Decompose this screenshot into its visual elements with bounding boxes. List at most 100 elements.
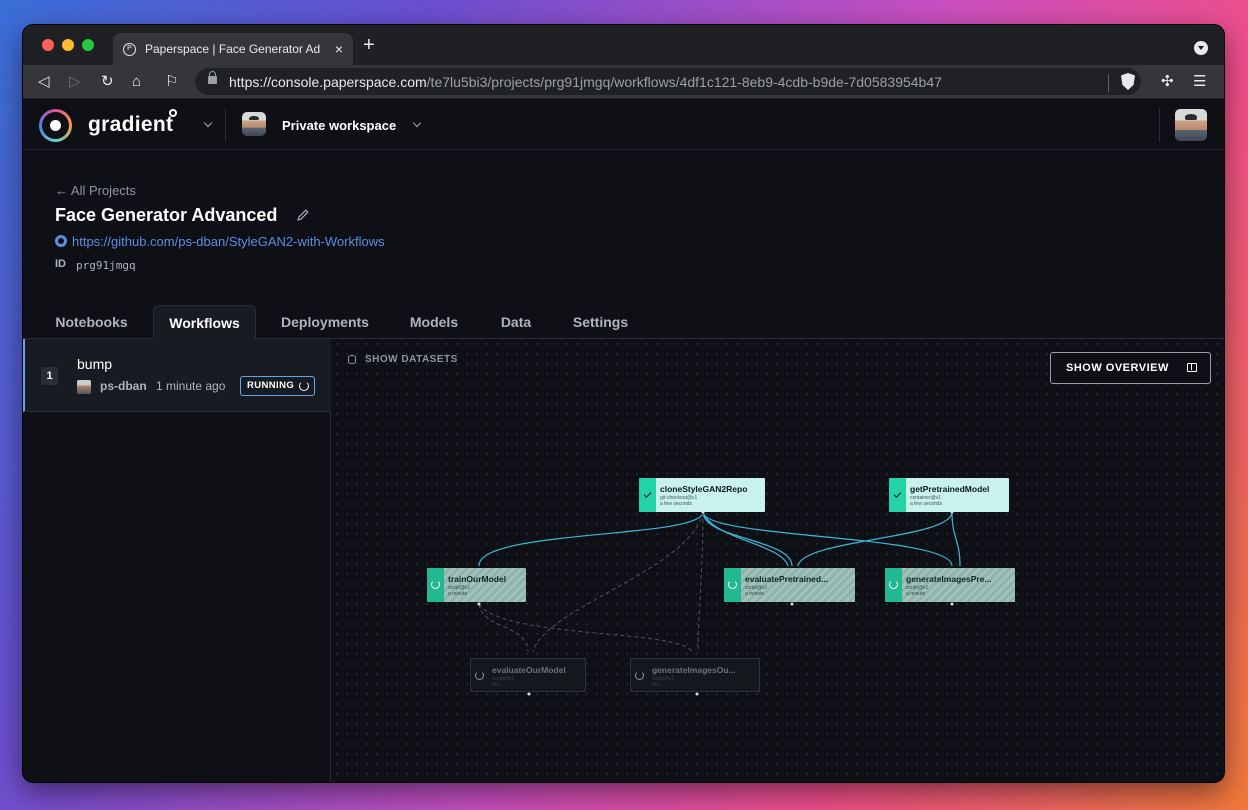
pending-icon [475, 671, 484, 680]
node-details: container@v1 a few seconds [910, 495, 942, 507]
toolbar-separator [1108, 74, 1109, 92]
tab-search-icon[interactable] [1194, 41, 1208, 55]
node-details: script@v1 a minute [448, 585, 470, 597]
node-details: script@v1 a minute [906, 585, 928, 597]
workflow-node[interactable]: trainOurModel script@v1 a minute [427, 568, 526, 602]
node-details: script@v1 n/a [492, 676, 514, 688]
run-name: bump [77, 356, 113, 372]
edge [797, 511, 953, 567]
node-duration: a minute [745, 591, 765, 597]
bookmark-icon[interactable]: ⚐ [165, 73, 178, 91]
completed-edges [478, 511, 961, 567]
tab-deployments[interactable]: Deployments [270, 305, 380, 339]
port [477, 602, 481, 606]
repo-link[interactable]: https://github.com/ps-dban/StyleGAN2-wit… [72, 234, 385, 249]
browser-tab[interactable]: P Paperspace | Face Generator Advanced × [113, 33, 353, 65]
workspace-avatar [242, 112, 266, 136]
node-duration: n/a [652, 682, 659, 688]
spinner-icon [728, 580, 737, 589]
port [950, 602, 954, 606]
tab-models[interactable]: Models [399, 305, 469, 339]
edge [697, 511, 704, 653]
node-details: script@v1 n/a [652, 676, 674, 688]
pending-icon [635, 671, 644, 680]
port [790, 602, 794, 606]
workflow-node[interactable]: evaluatePretrained... script@v1 a minute [724, 568, 855, 602]
edge [951, 511, 961, 567]
node-name: evaluateOurModel [492, 665, 566, 675]
workflow-node[interactable]: getPretrainedModel container@v1 a few sec… [889, 478, 1009, 512]
url-host: https://console.paperspace.com [229, 73, 427, 90]
menu-icon[interactable]: ☰ [1193, 73, 1206, 91]
brand-mark-icon [169, 109, 177, 117]
workspace-chevron-down-icon[interactable] [412, 118, 422, 128]
maximize-window-button[interactable] [82, 39, 94, 51]
header-divider [1159, 108, 1160, 142]
workflow-canvas[interactable]: SHOW DATASETS SHOW OVERVIEW cloneStyleGA… [332, 339, 1224, 782]
extensions-icon[interactable]: ✣ [1161, 73, 1174, 91]
run-number: 1 [41, 367, 58, 385]
workspace-name[interactable]: Private workspace [282, 118, 396, 133]
node-duration: a few seconds [660, 501, 692, 507]
forward-icon[interactable]: ▷ [69, 73, 81, 91]
brand-name[interactable]: gradient [88, 113, 173, 137]
tab-workflows[interactable]: Workflows [153, 305, 256, 340]
node-duration: a minute [906, 591, 926, 597]
spinner-icon [889, 580, 898, 589]
workflow-edges [477, 510, 961, 696]
all-projects-link[interactable]: ← All Projects [55, 183, 136, 198]
spinner-icon [299, 381, 309, 391]
browser-tab-title: Paperspace | Face Generator Advanced [145, 42, 320, 56]
product-menu-chevron-down-icon[interactable] [203, 118, 213, 128]
edit-pencil-icon[interactable] [297, 209, 309, 221]
workflow-runs-list: 1 bump ps-dban 1 minute ago RUNNING [23, 339, 331, 782]
edge [478, 511, 704, 567]
lock-icon [208, 71, 217, 84]
reload-icon[interactable]: ↻ [101, 73, 114, 91]
paperspace-favicon-icon: P [123, 43, 136, 56]
logo-dot [50, 120, 61, 131]
run-time: 1 minute ago [156, 379, 226, 393]
run-user-avatar [77, 380, 91, 394]
spinner-icon [431, 580, 440, 589]
tab-settings[interactable]: Settings [563, 305, 638, 339]
node-duration: n/a [492, 682, 499, 688]
edge [702, 511, 793, 567]
browser-window: P Paperspace | Face Generator Advanced ×… [23, 25, 1224, 782]
project-id: prg91jmgq [76, 259, 136, 272]
node-name: generateImagesPre... [906, 574, 992, 584]
tab-data[interactable]: Data [491, 305, 541, 339]
workflow-node[interactable]: generateImagesPre... script@v1 a minute [885, 568, 1015, 602]
node-name: trainOurModel [448, 574, 507, 584]
status-badge: RUNNING [240, 376, 315, 396]
port [695, 692, 699, 696]
minimize-window-button[interactable] [62, 39, 74, 51]
back-icon[interactable]: ◁ [38, 73, 50, 91]
home-icon[interactable]: ⌂ [132, 73, 141, 91]
workflow-node[interactable]: evaluateOurModel script@v1 n/a [470, 658, 586, 692]
node-name: generateImagesOu... [652, 665, 736, 675]
close-tab-icon[interactable]: × [335, 41, 343, 57]
list-item[interactable]: 1 bump ps-dban 1 minute ago RUNNING [23, 339, 331, 412]
address-bar[interactable]: https://console.paperspace.com/te7lu5bi3… [195, 68, 1141, 95]
run-user: ps-dban [100, 379, 147, 393]
app-header: gradient Private workspace [23, 100, 1224, 150]
workflow-node[interactable]: generateImagesOu... script@v1 n/a [630, 658, 760, 692]
status-label: RUNNING [247, 380, 295, 391]
url-path: /te7lu5bi3/projects/prg91jmgq/workflows/… [426, 73, 942, 90]
user-avatar[interactable] [1175, 109, 1207, 141]
workflow-node[interactable]: cloneStyleGAN2Repo git-checkout@v1 a few … [639, 478, 765, 512]
tab-notebooks[interactable]: Notebooks [43, 305, 140, 339]
project-tabs: Notebooks Workflows Deployments Models D… [23, 305, 1224, 340]
github-icon [55, 235, 67, 247]
id-label: ID [55, 258, 66, 270]
node-details: script@v1 a minute [745, 585, 767, 597]
page-title: Face Generator Advanced [55, 205, 278, 225]
close-window-button[interactable] [42, 39, 54, 51]
port [527, 692, 531, 696]
node-duration: a few seconds [910, 501, 942, 507]
new-tab-button[interactable]: + [363, 35, 375, 55]
edge [478, 603, 693, 653]
node-duration: a minute [448, 591, 468, 597]
node-name: evaluatePretrained... [745, 574, 829, 584]
